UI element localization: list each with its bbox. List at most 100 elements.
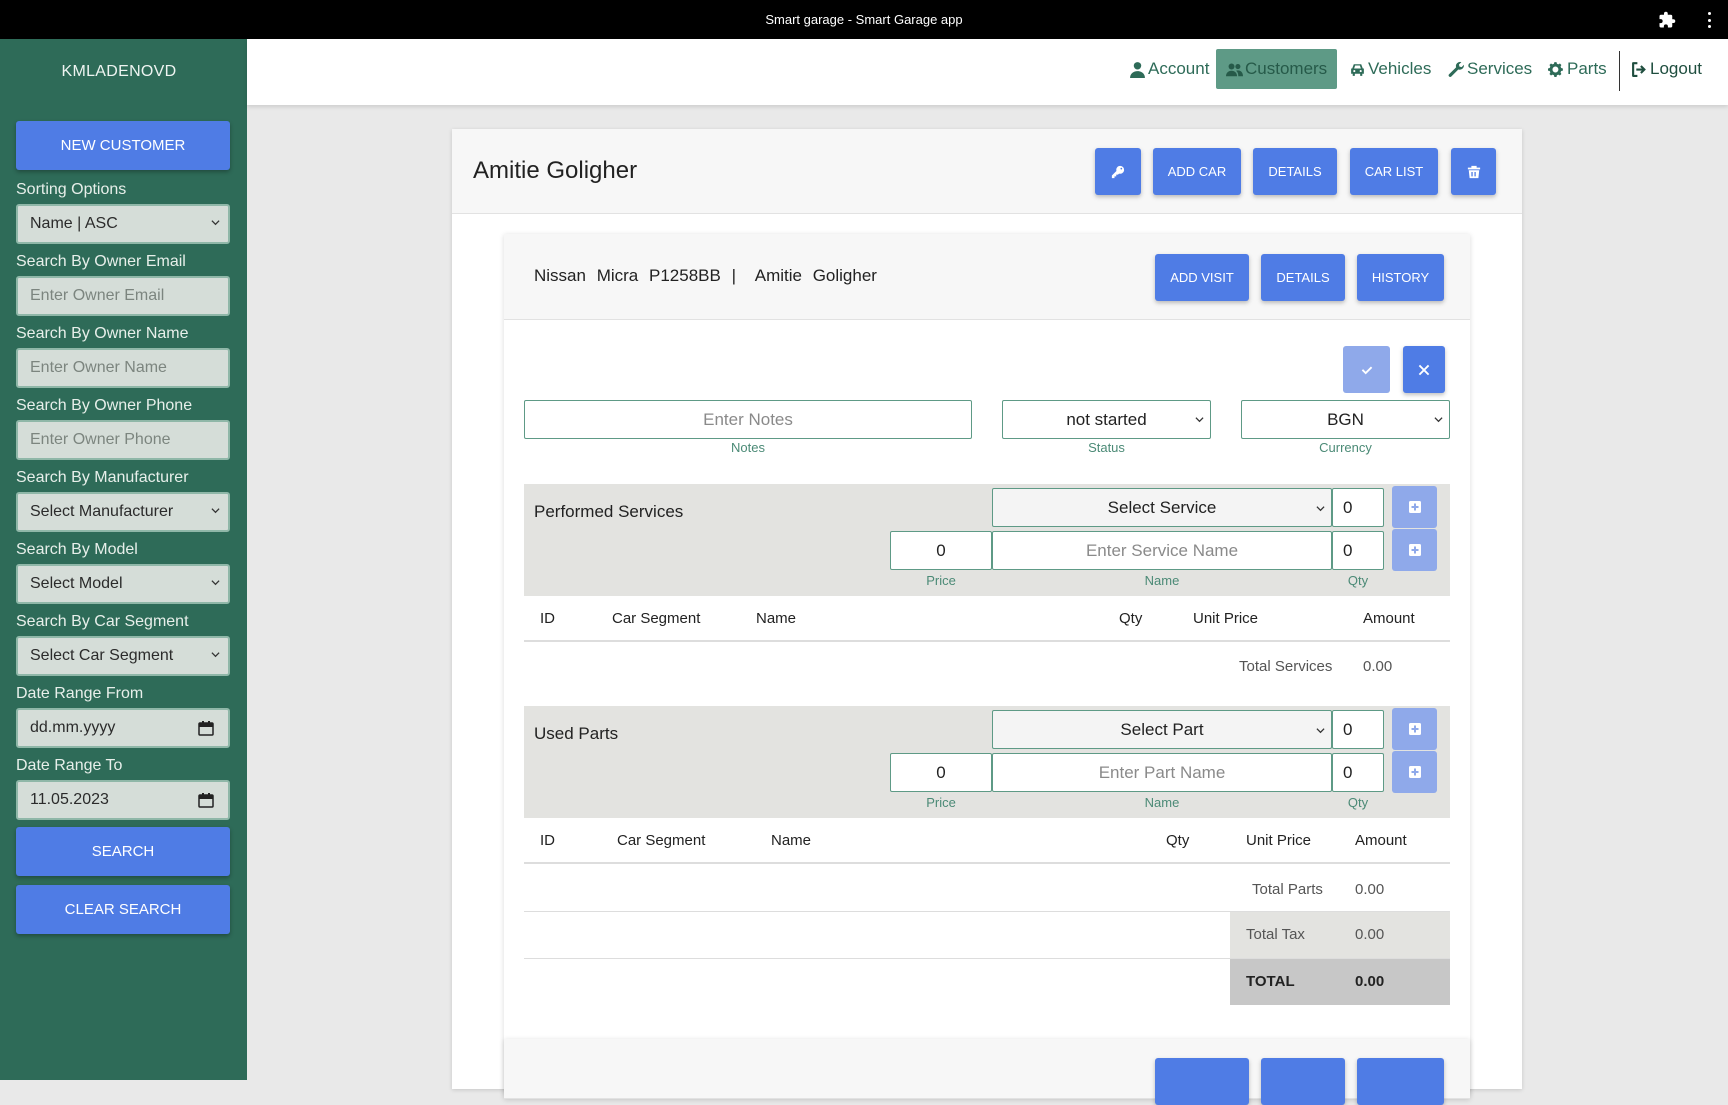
- car-list-button[interactable]: CAR LIST: [1350, 148, 1438, 195]
- total-tax-label: Total Tax: [1246, 926, 1305, 943]
- service-select[interactable]: Select Service: [992, 488, 1332, 527]
- services-col-amount: Amount: [1363, 610, 1415, 627]
- sorting-value: Name | ASC: [30, 215, 118, 232]
- customer-name: Amitie Goligher: [473, 157, 638, 184]
- puzzle-icon[interactable]: [1658, 11, 1676, 29]
- nav-account-label: Account: [1148, 59, 1210, 78]
- user-icon: [1130, 61, 1145, 78]
- model-label: Search By Model: [16, 541, 138, 558]
- part-select-qty-input[interactable]: 0: [1332, 710, 1384, 749]
- part-price-input[interactable]: 0: [890, 753, 992, 792]
- next-details-button[interactable]: [1261, 1058, 1345, 1105]
- add-custom-part-button[interactable]: [1392, 751, 1437, 793]
- car-plate: P1258BB: [649, 266, 721, 285]
- chevron-down-icon: [1195, 417, 1204, 423]
- date-from-input[interactable]: dd.mm.yyyy: [16, 708, 230, 748]
- history-button[interactable]: HISTORY: [1357, 254, 1444, 301]
- top-nav: Account Customers Vehicles Services Part…: [247, 39, 1728, 105]
- parts-col-name: Name: [771, 832, 812, 849]
- car-segment-value: Select Car Segment: [30, 647, 174, 664]
- owner-email-input[interactable]: Enter Owner Email: [16, 276, 230, 316]
- manufacturer-select[interactable]: Select Manufacturer: [16, 492, 230, 532]
- notes-input[interactable]: Enter Notes: [524, 400, 972, 439]
- service-name-label: Name: [1144, 573, 1180, 588]
- add-custom-service-button[interactable]: [1392, 529, 1437, 571]
- service-name-input[interactable]: Enter Service Name: [992, 531, 1332, 570]
- nav-account[interactable]: Account: [1129, 49, 1209, 89]
- delete-customer-button[interactable]: [1451, 148, 1496, 195]
- calendar-icon[interactable]: [198, 792, 214, 808]
- add-selected-part-button[interactable]: [1392, 708, 1437, 750]
- window-title: Smart garage - Smart Garage app: [765, 12, 963, 27]
- notes-label: Notes: [731, 440, 765, 455]
- currency-select[interactable]: BGN: [1241, 400, 1450, 439]
- nav-customers[interactable]: Customers: [1216, 49, 1338, 89]
- sidebar-username: KMLADENOVD: [61, 63, 177, 80]
- car-owner: Amitie Goligher: [754, 266, 877, 285]
- owner-email-label: Search By Owner Email: [16, 253, 186, 270]
- cancel-visit-button[interactable]: [1403, 346, 1445, 393]
- nav-services[interactable]: Services: [1448, 49, 1532, 89]
- nav-services-label: Services: [1467, 59, 1533, 78]
- next-car-card: [504, 1039, 1470, 1105]
- date-to-label: Date Range To: [16, 757, 123, 774]
- part-qty-input[interactable]: 0: [1332, 753, 1384, 792]
- nav-vehicles[interactable]: Vehicles: [1349, 49, 1431, 89]
- owner-name-input[interactable]: Enter Owner Name: [16, 348, 230, 388]
- parts-table-header: ID Car Segment Name Qty Unit Price Amoun…: [524, 818, 1450, 864]
- part-select[interactable]: Select Part: [992, 710, 1332, 749]
- calendar-icon[interactable]: [198, 720, 214, 736]
- services-section: Performed Services Select Service 0 0 En…: [524, 484, 1450, 596]
- total-tax-row: Total Tax 0.00: [1230, 912, 1450, 958]
- chevron-down-icon: [211, 652, 220, 658]
- add-selected-service-button[interactable]: [1392, 486, 1437, 528]
- confirm-visit-button[interactable]: [1343, 346, 1390, 393]
- part-qty-label: Qty: [1347, 795, 1369, 810]
- add-visit-button[interactable]: ADD VISIT: [1155, 254, 1249, 301]
- plus-square-icon: [1408, 766, 1421, 778]
- wrench-icon: [1448, 61, 1464, 77]
- sorting-label: Sorting Options: [16, 181, 127, 198]
- service-price-input[interactable]: 0: [890, 531, 992, 570]
- nav-parts[interactable]: Parts: [1548, 49, 1607, 89]
- logout-icon: [1632, 61, 1646, 77]
- service-select-qty-input[interactable]: 0: [1332, 488, 1384, 527]
- sorting-select[interactable]: Name | ASC: [16, 204, 230, 244]
- search-button[interactable]: SEARCH: [16, 827, 230, 876]
- status-select[interactable]: not started: [1002, 400, 1211, 439]
- service-select-value: Select Service: [1107, 497, 1217, 517]
- nav-logout-label: Logout: [1650, 59, 1702, 78]
- nav-logout[interactable]: Logout: [1631, 49, 1702, 89]
- service-qty-input[interactable]: 0: [1332, 531, 1384, 570]
- parts-section: Used Parts Select Part 0 0 Enter Part Na…: [524, 706, 1450, 818]
- status-value: not started: [1066, 409, 1147, 429]
- window-titlebar: Smart garage - Smart Garage app: [0, 0, 1728, 39]
- add-car-button[interactable]: ADD CAR: [1153, 148, 1241, 195]
- part-name-input[interactable]: Enter Part Name: [992, 753, 1332, 792]
- plus-square-icon: [1408, 544, 1421, 556]
- services-col-name: Name: [756, 610, 797, 627]
- model-select[interactable]: Select Model: [16, 564, 230, 604]
- new-customer-button[interactable]: NEW CUSTOMER: [16, 121, 230, 170]
- part-name-label: Name: [1144, 795, 1180, 810]
- model-value: Select Model: [30, 575, 123, 592]
- parts-col-qty: Qty: [1166, 832, 1190, 849]
- chevron-down-icon: [1316, 728, 1325, 734]
- clear-search-button[interactable]: CLEAR SEARCH: [16, 885, 230, 934]
- next-add-visit-button[interactable]: [1155, 1058, 1249, 1105]
- car-segment-select[interactable]: Select Car Segment: [16, 636, 230, 676]
- parts-col-unit-price: Unit Price: [1246, 832, 1312, 849]
- date-from-value: dd.mm.yyyy: [30, 719, 116, 736]
- owner-name-label: Search By Owner Name: [16, 325, 189, 342]
- edit-customer-button[interactable]: [1095, 148, 1141, 195]
- total-parts-label: Total Parts: [1252, 881, 1323, 898]
- customer-details-button[interactable]: DETAILS: [1253, 148, 1337, 195]
- next-history-button[interactable]: [1357, 1058, 1444, 1105]
- currency-label: Currency: [1319, 440, 1372, 455]
- customer-card-header: Amitie Goligher ADD CAR DETAILS CAR LIST: [452, 129, 1522, 214]
- owner-phone-input[interactable]: Enter Owner Phone: [16, 420, 230, 460]
- date-to-input[interactable]: 11.05.2023: [16, 780, 230, 820]
- menu-kebab-icon[interactable]: [1704, 10, 1714, 30]
- total-services-value: 0.00: [1363, 658, 1393, 675]
- car-details-button[interactable]: DETAILS: [1261, 254, 1345, 301]
